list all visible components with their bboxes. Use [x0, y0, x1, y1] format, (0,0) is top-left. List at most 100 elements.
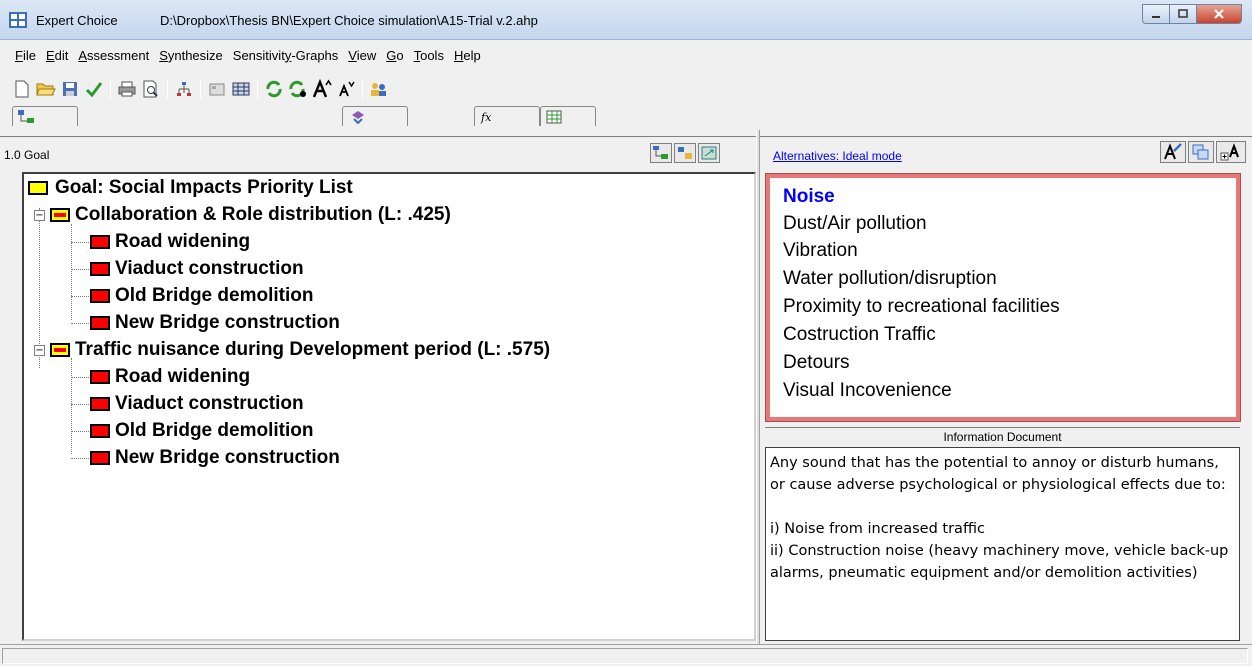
refresh-button[interactable] [264, 79, 284, 99]
tree-leaf-node[interactable]: Viaduct construction [90, 256, 304, 282]
tab-pairwise[interactable] [342, 106, 408, 126]
menu-view[interactable]: View [343, 48, 381, 63]
tab-formula[interactable]: fx [474, 106, 540, 126]
close-icon [1214, 9, 1224, 19]
menu-assessment[interactable]: Assessment [73, 48, 154, 63]
tree-leaf-node[interactable]: Road widening [90, 364, 250, 390]
information-document[interactable]: Any sound that has the potential to anno… [765, 447, 1240, 641]
alternative-copy-button[interactable] [1188, 141, 1214, 163]
alternative-item[interactable]: Proximity to recreational facilities [783, 296, 1060, 318]
menu-sensitivity-graphs[interactable]: Sensitivity-Graphs [228, 48, 344, 63]
tab-data-grid[interactable] [540, 106, 596, 126]
data-grid-button[interactable] [231, 79, 251, 99]
bottom-up-icon [678, 147, 692, 159]
save-button[interactable] [60, 79, 80, 99]
new-button[interactable] [12, 79, 32, 99]
tree-leaf-node[interactable]: Old Bridge demolition [90, 283, 313, 309]
menu-edit[interactable]: Edit [41, 48, 73, 63]
collapse-toggle[interactable]: − [34, 209, 45, 221]
open-folder-icon [36, 83, 56, 96]
alternative-item[interactable]: Visual Incovenience [783, 380, 952, 402]
status-bar [0, 644, 1252, 666]
alternative-item[interactable]: Noise [783, 186, 835, 208]
hierarchy-button[interactable] [174, 79, 194, 99]
alternative-edit-button[interactable] [1160, 141, 1186, 163]
menu-help[interactable]: Help [449, 48, 486, 63]
close-button[interactable] [1196, 4, 1242, 24]
tree-leaf-node[interactable]: Viaduct construction [90, 391, 304, 417]
pane-splitter[interactable] [756, 130, 760, 645]
svg-text:fx: fx [480, 111, 492, 124]
toolbar-separator [110, 79, 111, 99]
menu-go[interactable]: Go [381, 48, 408, 63]
printer-icon [118, 81, 136, 97]
objective-node-icon [50, 343, 70, 357]
tree-connector [71, 296, 89, 297]
pairwise-button[interactable] [207, 79, 227, 99]
alternative-item[interactable]: Water pollution/disruption [783, 268, 997, 290]
tree-objective-node[interactable]: − Collaboration & Role distribution (L: … [34, 202, 451, 228]
tree-connector [71, 358, 72, 454]
synthesize-icon [289, 80, 306, 98]
tree-leaf-node[interactable]: Road widening [90, 229, 250, 255]
hierarchy-tree: Goal: Social Impacts Priority List − Col… [22, 172, 756, 641]
leaf-node-icon [90, 235, 110, 249]
data-grid-icon [232, 82, 250, 96]
expand-collapse-button[interactable] [698, 143, 720, 163]
new-file-icon [15, 80, 29, 98]
tree-connector [71, 224, 72, 320]
tree-connector [71, 323, 89, 324]
window-controls [1142, 4, 1242, 24]
tree-layout-button[interactable] [650, 143, 672, 163]
alternatives-mode-link[interactable]: Alternatives: Ideal mode [773, 149, 902, 163]
pairwise-tab-icon [352, 110, 364, 124]
print-button[interactable] [117, 79, 137, 99]
participants-icon [371, 83, 386, 96]
menu-synthesize[interactable]: Synthesize [154, 48, 228, 63]
alternative-item[interactable]: Vibration [783, 240, 858, 262]
tree-leaf-node[interactable]: New Bridge construction [90, 445, 340, 471]
alternative-item[interactable]: Dust/Air pollution [783, 213, 927, 235]
tree-leaf-node[interactable]: Old Bridge demolition [90, 418, 313, 444]
add-alternative-button[interactable] [1216, 141, 1246, 163]
tab-tree-view[interactable] [12, 106, 78, 126]
alternative-item[interactable]: Detours [783, 352, 850, 374]
menu-file[interactable]: File [10, 48, 41, 63]
increase-font-button[interactable] [312, 79, 332, 99]
tree-objective-node[interactable]: − Traffic nuisance during Development pe… [34, 337, 550, 363]
decrease-font-icon [339, 81, 355, 97]
menu-tools[interactable]: Tools [409, 48, 449, 63]
alternatives-list: Noise Dust/Air pollution Vibration Water… [765, 173, 1241, 422]
file-path: D:\Dropbox\Thesis BN\Expert Choice simul… [160, 13, 538, 28]
leaf-label: Viaduct construction [115, 258, 304, 279]
leaf-label: Road widening [115, 366, 251, 387]
synthesize-button[interactable] [288, 79, 308, 99]
toolbar-separator [362, 79, 363, 99]
print-preview-icon [143, 80, 158, 98]
leaf-label: Viaduct construction [115, 393, 304, 414]
check-button[interactable] [84, 79, 104, 99]
bottom-up-layout-button[interactable] [674, 143, 696, 163]
goal-label: Goal: Social Impacts Priority List [55, 177, 353, 198]
tree-connector [71, 431, 89, 432]
open-button[interactable] [36, 79, 56, 99]
participants-button[interactable] [369, 79, 389, 99]
print-preview-button[interactable] [141, 79, 161, 99]
collapse-toggle[interactable]: − [34, 344, 45, 356]
maximize-button[interactable] [1169, 4, 1196, 24]
decrease-font-button[interactable] [336, 79, 356, 99]
data-grid-tab-icon [546, 110, 562, 123]
tree-connector [71, 377, 89, 378]
app-title: Expert Choice [36, 13, 118, 28]
minimize-button[interactable] [1142, 4, 1169, 24]
tree-connector [71, 269, 89, 270]
tree-goal-node[interactable]: Goal: Social Impacts Priority List [28, 175, 353, 201]
objective-label: Traffic nuisance during Development peri… [75, 339, 551, 360]
tree-leaf-node[interactable]: New Bridge construction [90, 310, 340, 336]
toolbar-separator [200, 79, 201, 99]
leaf-label: Road widening [115, 231, 251, 252]
alternative-item[interactable]: Costruction Traffic [783, 324, 936, 346]
leaf-node-icon [90, 289, 110, 303]
alternatives-header: Alternatives: Ideal mode [760, 136, 1252, 170]
tree-header-buttons [650, 143, 720, 163]
